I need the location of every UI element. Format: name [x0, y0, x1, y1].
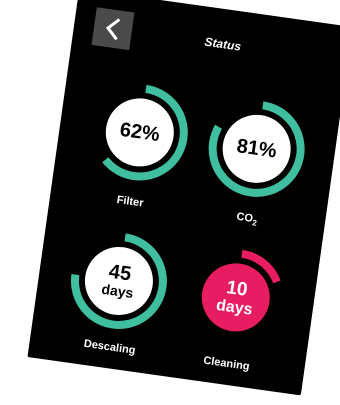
- descaling-unit: days: [100, 280, 135, 301]
- descaling-value: 45 days: [60, 222, 177, 339]
- descaling-label: Descaling: [83, 337, 137, 357]
- page-title: Status: [203, 34, 243, 54]
- filter-value: 62%: [118, 118, 162, 146]
- co2-label: CO2: [194, 205, 299, 234]
- descaling-gauge: 45 days: [60, 222, 177, 339]
- cleaning-label: Cleaning: [202, 354, 251, 373]
- filter-gauge: 62%: [81, 74, 198, 191]
- filter-label: Filter: [115, 193, 145, 210]
- co2-label-main: CO: [235, 210, 254, 225]
- cleaning-unit: days: [215, 296, 254, 319]
- co2-value: 81%: [235, 134, 279, 163]
- cleaning-value: 10 days: [177, 239, 294, 356]
- cleaning-gauge: 10 days: [177, 239, 294, 356]
- device-screen: Status 62% Filter 81% CO2 45 days Descal…: [27, 0, 340, 396]
- back-button[interactable]: [91, 7, 135, 51]
- chevron-left-icon: [105, 18, 121, 41]
- co2-gauge: 81%: [198, 90, 315, 207]
- co2-label-subscript: 2: [251, 218, 258, 228]
